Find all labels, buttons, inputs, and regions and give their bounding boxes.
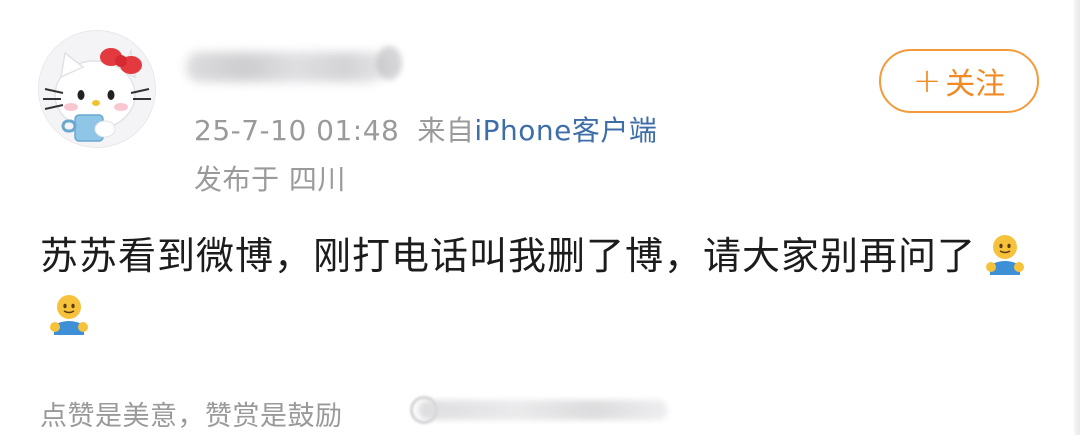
redacted-watermark (410, 394, 670, 426)
hug-emoji-icon (982, 231, 1028, 277)
reward-tagline: 点赞是美意，赞赏是鼓励 (40, 401, 343, 432)
source-link[interactable]: iPhone客户端 (474, 114, 657, 147)
follow-label: 关注 (945, 67, 1006, 102)
post-timestamp: 25-7-10 01:48 (194, 114, 400, 147)
redacted-username-mark (376, 46, 402, 80)
hello-kitty-avatar-icon (39, 31, 155, 147)
scrollbar-edge (1074, 0, 1080, 435)
weibo-post-card: 25-7-10 01:48 来自iPhone客户端 发布于 四川 + 关注 苏苏看… (0, 0, 1080, 435)
avatar[interactable] (38, 30, 156, 148)
watermark-text-blur (418, 400, 668, 420)
plus-icon: + (912, 61, 942, 101)
username-blurred[interactable] (186, 44, 406, 88)
hug-emoji-icon (46, 291, 92, 337)
redacted-username-bar (186, 52, 386, 82)
follow-button[interactable]: + 关注 (879, 49, 1039, 113)
post-location: 发布于 四川 (194, 163, 346, 196)
post-text: 苏苏看到微博，刚打电话叫我删了博，请大家别再问了 (40, 234, 977, 278)
post-meta: 25-7-10 01:48 来自iPhone客户端 (194, 109, 657, 149)
post-body: 苏苏看到微博，刚打电话叫我删了博，请大家别再问了 (40, 226, 1030, 346)
source-prefix: 来自 (417, 114, 475, 147)
